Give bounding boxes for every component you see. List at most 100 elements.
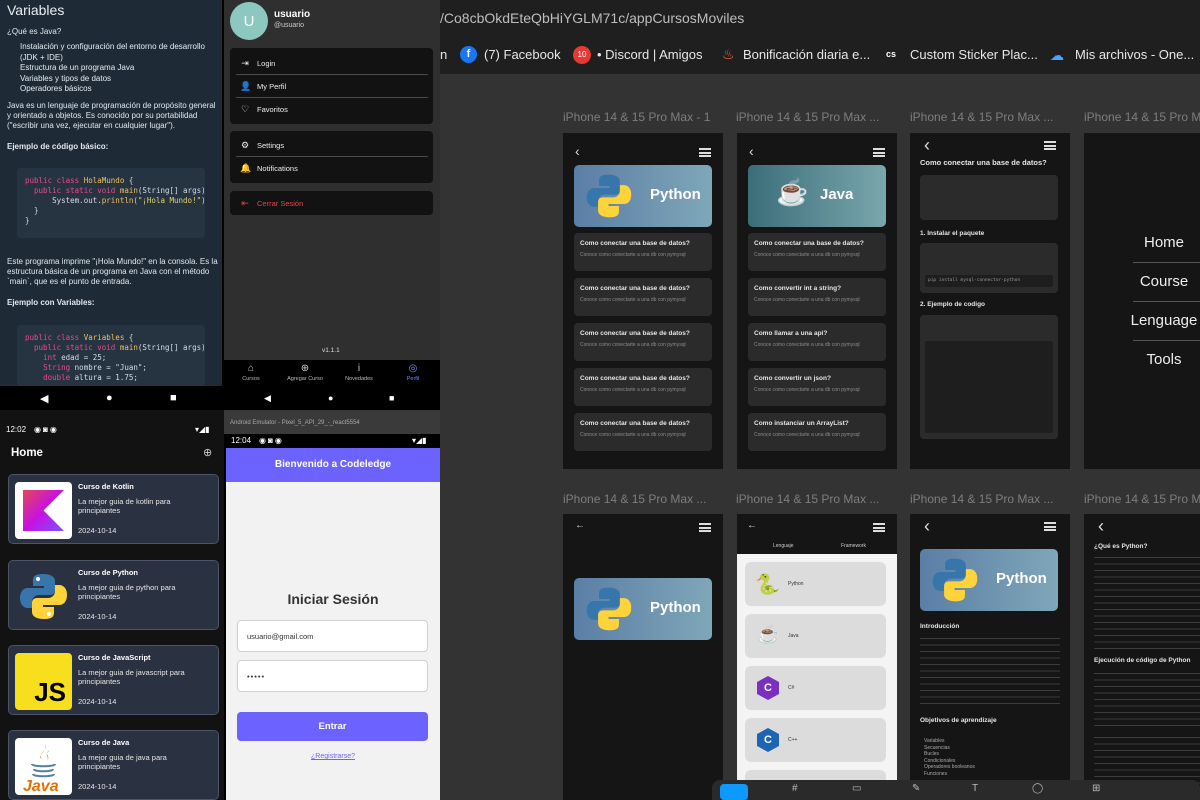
user-icon: 👤 (240, 80, 252, 91)
back-chevron-icon: ‹ (924, 516, 930, 536)
frame-label[interactable]: iPhone 14 & 15 Pro Max (1084, 492, 1200, 506)
back-chevron-icon: ‹ (749, 143, 754, 159)
logout-button[interactable]: ⇤ Cerrar Sesión (230, 192, 433, 214)
frame-label[interactable]: iPhone 14 & 15 Pro Max ... (563, 492, 706, 506)
tab-agregar-curso[interactable]: ⊕ Agregar Curso (278, 363, 332, 382)
frame-article[interactable]: ‹ Como conectar una base de datos? 1. In… (910, 133, 1070, 469)
svg-text:Java: Java (23, 778, 59, 795)
register-link[interactable]: ¿Registrarse? (226, 753, 440, 760)
list-item[interactable]: C C++ (745, 718, 886, 762)
recents-icon[interactable]: ■ (170, 392, 177, 404)
settings-icon[interactable]: ⊕ (203, 446, 212, 459)
gear-icon: ⚙ (240, 139, 250, 150)
tab-cursos[interactable]: ⌂ Cursos (224, 363, 278, 382)
login-title: Iniciar Sesión (287, 591, 379, 607)
address-bar[interactable]: /Co8cbOkdEteQbHiYGLM71c/appCursosMoviles (440, 0, 1200, 38)
java-banner: ☕ Java (748, 165, 886, 227)
question-card[interactable]: Como convertir un json? Conoce como conec… (748, 368, 886, 406)
frame-python-splash[interactable]: ← Python (563, 514, 723, 800)
url-text[interactable]: /Co8cbOkdEteQbHiYGLM71c/appCursosMoviles (440, 10, 744, 26)
frame-label[interactable]: iPhone 14 & 15 Pro Ma (1084, 110, 1200, 124)
question-card[interactable]: Como instanciar un ArrayList? Conoce como… (748, 413, 886, 451)
home-circle-icon[interactable]: ● (106, 392, 113, 404)
nav-home[interactable]: Home (1128, 234, 1200, 251)
plugins-icon[interactable]: ⊞ (1092, 783, 1100, 794)
question-card[interactable]: Como conectar una base de datos? Conoce c… (574, 368, 712, 406)
move-tool-button[interactable] (720, 784, 748, 800)
list-item[interactable]: ☕ Java (745, 614, 886, 658)
tab-perfil[interactable]: ◎ Perfil (386, 363, 440, 382)
nav-lenguage[interactable]: Lenguage (1128, 312, 1200, 329)
course-card-java[interactable]: Java Curso de Java La mejor guia de java… (8, 730, 219, 800)
comment-tool-icon[interactable]: ◯ (1032, 783, 1043, 794)
list-item[interactable]: C C# (745, 666, 886, 710)
menu-icon (873, 148, 885, 157)
nav-tools[interactable]: Tools (1128, 351, 1200, 368)
question-card[interactable]: Como conectar una base de datos? Conoce c… (574, 233, 712, 271)
frame-label[interactable]: iPhone 14 & 15 Pro Max ... (910, 492, 1053, 506)
tab-novedades[interactable]: i Novedades (332, 363, 386, 382)
login-submit-button[interactable]: Entrar (237, 712, 428, 741)
frame-label[interactable]: iPhone 14 & 15 Pro Max ... (736, 492, 879, 506)
bookmark-sticker[interactable]: Custom Sticker Plac... (910, 47, 1038, 62)
question-card[interactable]: Como conectar una base de datos? Conoce c… (748, 233, 886, 271)
frame-tool-icon[interactable]: # (792, 783, 798, 794)
frame-label[interactable]: iPhone 14 & 15 Pro Max ... (736, 110, 879, 124)
nav-course[interactable]: Course (1128, 273, 1200, 290)
tab-framework[interactable]: Framework (841, 543, 866, 549)
frame-label[interactable]: iPhone 14 & 15 Pro Max - 1 (563, 110, 710, 124)
bookmark-facebook[interactable]: (7) Facebook (484, 47, 561, 62)
question-card[interactable]: Como conectar una base de datos? Conoce c… (574, 413, 712, 451)
home-icon: ⌂ (247, 363, 255, 374)
profile-menu-card: ⇥ Login 👤 My Perfil ♡ Favoritos (230, 48, 433, 124)
logout-icon: ⇤ (241, 197, 249, 208)
menu-item-settings[interactable]: ⚙ Settings (230, 134, 433, 156)
email-field[interactable]: usuario@gmail.com (237, 620, 428, 652)
question-card[interactable]: Como llamar a una api? Conoce como conect… (748, 323, 886, 361)
divider (1133, 301, 1200, 302)
bookmark-discord[interactable]: • Discord | Amigos (597, 47, 702, 62)
course-title: Curso de Kotlin (78, 482, 134, 491)
course-card-kotlin[interactable]: Curso de Kotlin La mejor guia de kotlin … (8, 474, 219, 544)
java-lesson-screen: Variables ¿Qué es Java? Instalación y co… (0, 0, 222, 410)
emulator-caption: Android Emulator - Pixel_5_API_29_-_reac… (230, 420, 360, 426)
bookmark-onedrive[interactable]: Mis archivos - One... (1075, 47, 1194, 62)
status-icons: ◉◙◉ (259, 436, 284, 445)
text-tool-icon[interactable]: T (972, 783, 978, 794)
info-icon: i (357, 363, 361, 374)
flame-icon: ♨ (722, 46, 735, 62)
back-icon[interactable]: ◀ (264, 393, 271, 404)
frame-language-list[interactable]: ← Lenguaje Framework 🐍 Python ☕ Java C C… (737, 514, 897, 800)
article-paragraph (920, 175, 1058, 220)
question-card[interactable]: Como convertir int a string? Conoce como … (748, 278, 886, 316)
shape-tool-icon[interactable]: ▭ (852, 783, 861, 794)
back-chevron-icon: ‹ (1098, 516, 1104, 536)
back-arrow-icon: ← (575, 520, 585, 531)
frame-label[interactable]: iPhone 14 & 15 Pro Max ... (910, 110, 1053, 124)
course-card-python[interactable]: Curso de Python La mejor guia de python … (8, 560, 219, 630)
frame-java-list[interactable]: ‹ ☕ Java Como conectar una base de datos… (737, 133, 897, 469)
frame-python-article[interactable]: ‹ ¿Qué es Python? Ejecución de código de… (1084, 514, 1200, 800)
back-icon[interactable]: ◀ (40, 392, 48, 405)
pen-tool-icon[interactable]: ✎ (912, 783, 920, 794)
tab-lenguaje[interactable]: Lenguaje (773, 543, 794, 549)
install-command: pip install mysql-connector-python (925, 275, 1053, 287)
menu-item-notifications[interactable]: 🔔 Notifications (230, 157, 433, 179)
avatar[interactable]: U (230, 2, 268, 40)
frame-python-detail[interactable]: ‹ Python Introducción Objetivos de apren… (910, 514, 1070, 800)
password-field[interactable]: ••••• (237, 660, 428, 692)
recents-icon[interactable]: ■ (389, 393, 394, 403)
menu-item-my-perfil[interactable]: 👤 My Perfil (230, 75, 433, 97)
discord-badge-icon: 10 (573, 46, 591, 64)
intro-paragraph (920, 635, 1060, 705)
home-circle-icon[interactable]: ● (328, 393, 333, 403)
menu-item-login[interactable]: ⇥ Login (230, 52, 433, 74)
question-card[interactable]: Como conectar una base de datos? Conoce c… (574, 323, 712, 361)
list-item[interactable]: 🐍 Python (745, 562, 886, 606)
heart-icon: ♡ (240, 103, 250, 114)
course-card-javascript[interactable]: JS Curso de JavaScript La mejor guia de … (8, 645, 219, 715)
bookmark-bonificacion[interactable]: Bonificación diaria e... (743, 47, 870, 62)
question-card[interactable]: Como conectar una base de datos? Conoce c… (574, 278, 712, 316)
menu-item-favoritos[interactable]: ♡ Favoritos (230, 98, 433, 120)
frame-python-list[interactable]: ‹ Python Como conectar una base de datos… (563, 133, 723, 469)
